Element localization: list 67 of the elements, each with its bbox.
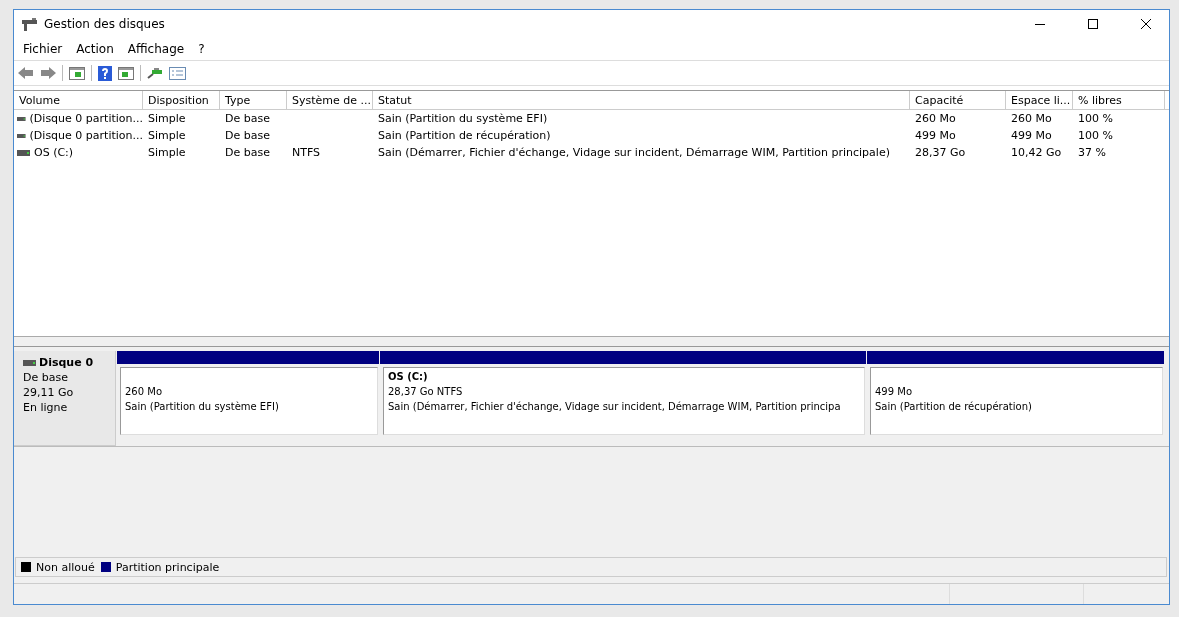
table-cell: Sain (Partition du système EFI)	[378, 112, 548, 125]
menu-item[interactable]: Affichage	[127, 42, 193, 56]
partition-name: OS (C:)	[388, 370, 429, 384]
partition-size: 499 Mo	[875, 385, 913, 399]
properties-icon[interactable]	[169, 66, 186, 80]
app-icon	[22, 17, 37, 31]
connect-icon[interactable]	[147, 67, 163, 79]
table-cell: De base	[225, 129, 270, 142]
close-icon	[1141, 19, 1151, 29]
table-cell: NTFS	[292, 146, 321, 159]
disk-state: En ligne	[23, 400, 69, 415]
table-cell: (Disque 0 partition...	[29, 129, 143, 142]
window-title: Gestion des disques	[44, 17, 166, 31]
legend-label: Partition principale	[115, 560, 220, 574]
table-cell: Simple	[148, 129, 186, 142]
drive-icon	[23, 359, 36, 366]
maximize-icon	[1088, 19, 1098, 29]
column-header[interactable]: Espace li...	[1006, 91, 1073, 109]
table-cell: 100 %	[1078, 129, 1113, 142]
table-cell: OS (C:)	[34, 146, 74, 159]
drive-icon	[17, 132, 26, 139]
partition-status: Sain (Partition de récupération)	[875, 400, 1033, 414]
column-header[interactable]: Statut	[373, 91, 910, 109]
partition-card[interactable]: 499 Mo Sain (Partition de récupération)	[870, 367, 1163, 435]
table-cell: 28,37 Go	[915, 146, 966, 159]
partition-size: 28,37 Go NTFS	[388, 385, 464, 399]
table-cell: Simple	[148, 112, 186, 125]
panel-icon[interactable]	[118, 66, 134, 80]
forward-arrow-icon[interactable]	[40, 67, 56, 79]
table-cell: 37 %	[1078, 146, 1106, 159]
partition-card[interactable]: OS (C:) 28,37 Go NTFS Sain (Démarrer, Fichier d'échange, Vidage sur incident, Démarrage WIM, Partition principa	[383, 367, 865, 435]
menu-item[interactable]: Fichier	[23, 42, 71, 56]
partition-status: Sain (Démarrer, Fichier d'échange, Vidage sur incident, Démarrage WIM, Partition principa	[388, 400, 842, 414]
legend-label: Non alloué	[36, 560, 95, 574]
column-header[interactable]: % libres	[1073, 91, 1165, 109]
column-header[interactable]: Volume	[14, 91, 143, 109]
panel-icon[interactable]	[69, 66, 85, 80]
table-cell: 10,42 Go	[1011, 146, 1062, 159]
table-cell: De base	[225, 112, 270, 125]
column-header[interactable]: Système de ...	[287, 91, 373, 109]
partition-size: 260 Mo	[125, 385, 163, 399]
partition-card[interactable]: 260 Mo Sain (Partition du système EFI)	[120, 367, 378, 435]
table-cell: 499 Mo	[1011, 129, 1052, 142]
table-cell: Simple	[148, 146, 186, 159]
help-icon[interactable]	[98, 65, 112, 81]
column-header[interactable]: Disposition	[143, 91, 220, 109]
partition-status: Sain (Partition du système EFI)	[125, 400, 280, 414]
column-header[interactable]: Type	[220, 91, 287, 109]
table-cell: (Disque 0 partition...	[29, 112, 143, 125]
table-cell: 499 Mo	[915, 129, 956, 142]
table-cell: 100 %	[1078, 112, 1113, 125]
table-cell: Sain (Démarrer, Fichier d'échange, Vidage sur incident, Démarrage WIM, Partition principale)	[378, 146, 890, 159]
drive-icon	[17, 115, 26, 122]
menu-item[interactable]: ?	[198, 42, 213, 56]
column-header[interactable]: Capacité	[910, 91, 1006, 109]
disk-size: 29,11 Go	[23, 385, 75, 400]
table-cell: 260 Mo	[1011, 112, 1052, 125]
table-cell: Sain (Partition de récupération)	[378, 129, 551, 142]
back-arrow-icon[interactable]	[18, 67, 34, 79]
drive-icon	[17, 149, 30, 156]
table-cell: De base	[225, 146, 270, 159]
table-cell: 260 Mo	[915, 112, 956, 125]
disk-name: Disque 0	[39, 355, 94, 370]
minimize-icon	[1035, 23, 1045, 25]
menu-item[interactable]: Action	[76, 42, 122, 56]
disk-label-panel[interactable]: Disque 0 De base 29,11 Go En ligne	[14, 351, 116, 446]
disk-type: De base	[23, 370, 69, 385]
